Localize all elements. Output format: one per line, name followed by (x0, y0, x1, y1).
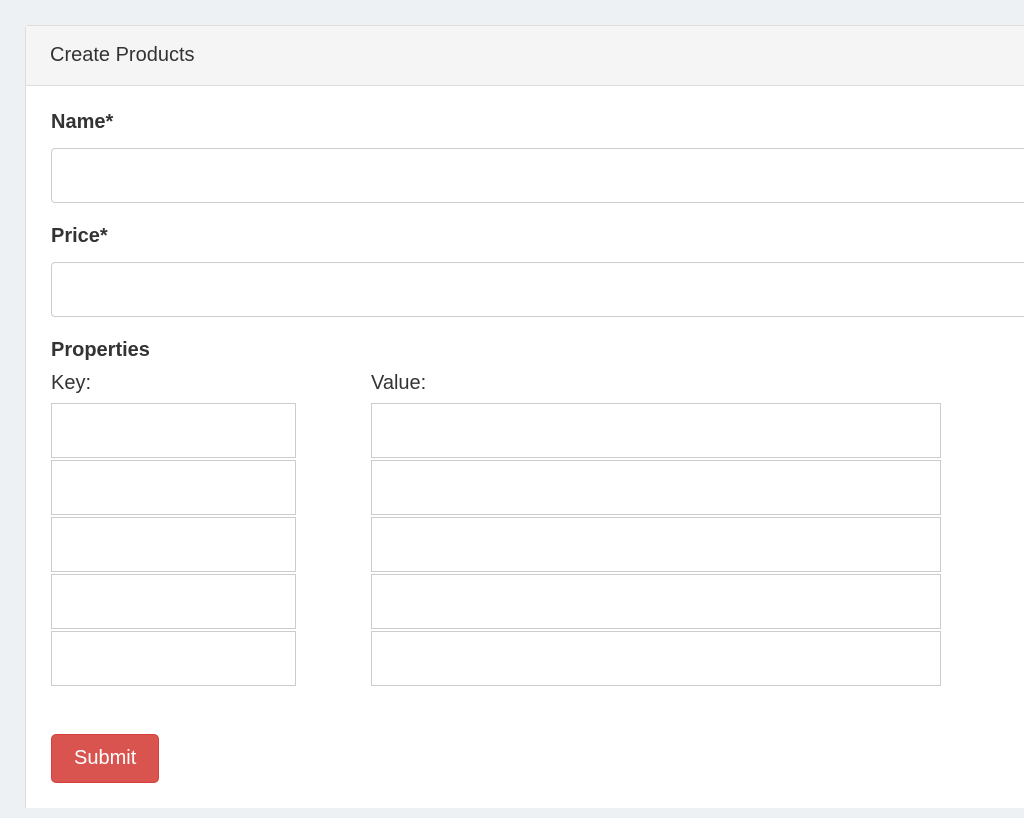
value-column: Value: (371, 372, 941, 686)
value-input-1[interactable] (371, 460, 941, 515)
panel-body: Name* Price* Properties Key: (26, 86, 1024, 808)
page-wrapper: Create Products Name* Price* Properties … (0, 0, 1024, 808)
properties-label: Properties (51, 339, 1024, 362)
key-column-label: Key: (51, 372, 296, 395)
panel-title: Create Products (50, 44, 1000, 67)
create-products-panel: Create Products Name* Price* Properties … (25, 25, 1024, 808)
key-input-0[interactable] (51, 403, 296, 458)
form-group-price: Price* (51, 225, 1024, 317)
submit-button[interactable]: Submit (51, 734, 159, 783)
panel-header: Create Products (26, 26, 1024, 86)
key-input-3[interactable] (51, 574, 296, 629)
value-input-2[interactable] (371, 517, 941, 572)
name-input[interactable] (51, 148, 1024, 203)
key-input-1[interactable] (51, 460, 296, 515)
properties-columns: Key: Value: (51, 372, 1024, 686)
value-column-label: Value: (371, 372, 941, 395)
value-input-0[interactable] (371, 403, 941, 458)
name-label: Name* (51, 111, 1024, 134)
price-label: Price* (51, 225, 1024, 248)
key-input-4[interactable] (51, 631, 296, 686)
key-input-2[interactable] (51, 517, 296, 572)
form-group-properties: Properties Key: Value: (51, 339, 1024, 686)
value-input-3[interactable] (371, 574, 941, 629)
value-input-4[interactable] (371, 631, 941, 686)
price-input[interactable] (51, 262, 1024, 317)
form-group-name: Name* (51, 111, 1024, 203)
key-column: Key: (51, 372, 296, 686)
